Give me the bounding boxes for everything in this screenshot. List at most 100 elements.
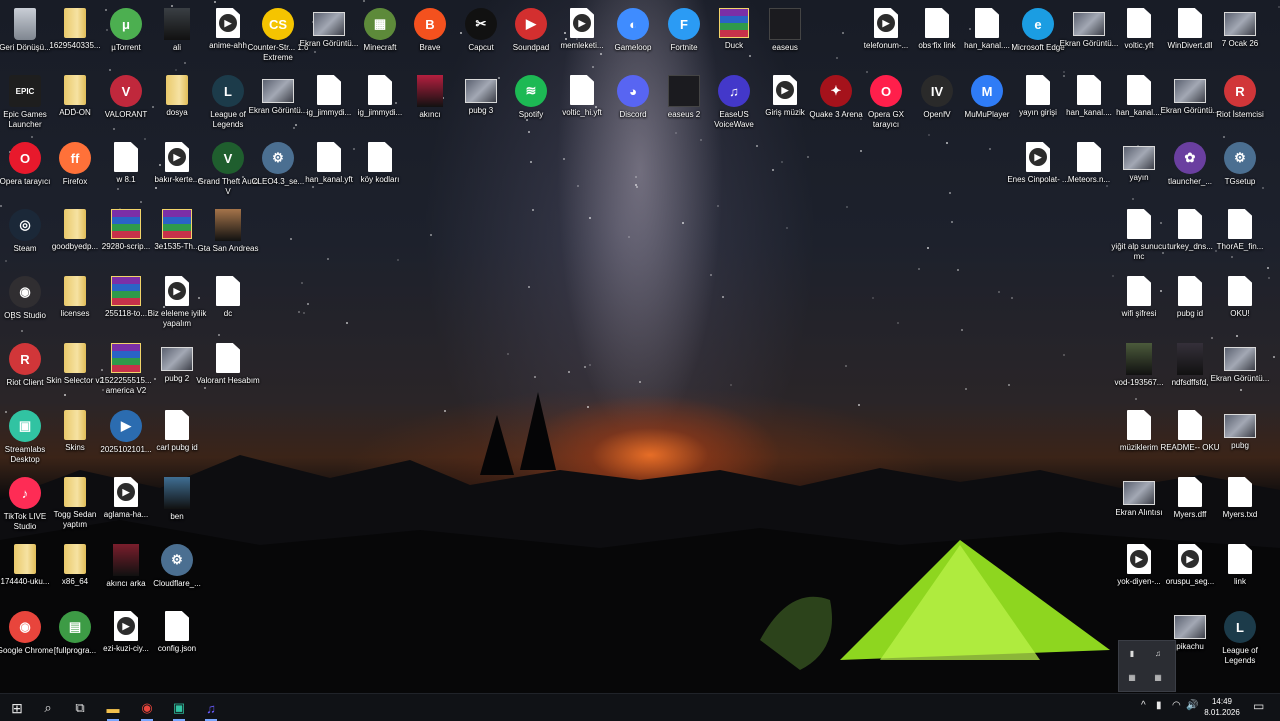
desktop-icon-pubg-2[interactable]: pubg 2 xyxy=(153,343,201,384)
desktop-icon-add-on[interactable]: ADD-ON xyxy=(51,75,99,118)
desktop-icon-turkey-dns[interactable]: turkey_dns... xyxy=(1166,209,1214,252)
task-view-icon[interactable]: ⧉ xyxy=(69,697,91,719)
desktop-icon-ekran-al-nt-s[interactable]: Ekran Alıntısı xyxy=(1115,477,1163,518)
desktop-icon-anime-ahh[interactable]: anime-ahh xyxy=(204,8,252,51)
search-icon[interactable]: ⌕ xyxy=(37,697,59,719)
desktop-icon-biz-eleleme-iyilik-yapal-m[interactable]: Biz eleleme iyilik yapalım xyxy=(148,276,206,329)
desktop-icon-togg-sedan-yapt-m[interactable]: Togg Sedan yaptım xyxy=(51,477,99,530)
desktop-icon-174440-uku[interactable]: 174440-uku... xyxy=(1,544,49,587)
desktop-icon-thorae-fin[interactable]: ThorAE_fin... xyxy=(1216,209,1264,252)
desktop-icon-ben[interactable]: ben xyxy=(153,477,201,522)
desktop-icon-han-kanal[interactable]: han_kanal.... xyxy=(1115,75,1163,118)
desktop-icon-opera-gx-taray-c[interactable]: O Opera GX tarayıcı xyxy=(862,75,910,130)
desktop-icon-league-of-legends[interactable]: L League of Legends xyxy=(1216,611,1264,666)
desktop-icon-ekran-goruntu[interactable]: Ekran Görüntü... xyxy=(249,75,307,116)
windows-start-icon[interactable]: ⊞ xyxy=(6,697,28,719)
desktop-icon-1522255515-america-v2[interactable]: 1522255515... america V2 xyxy=(100,343,152,396)
desktop-icon-valorant[interactable]: V VALORANT xyxy=(102,75,150,120)
desktop-icon-telefonum[interactable]: telefonum-... xyxy=(862,8,910,51)
desktop-icon-voltic-yft[interactable]: voltic.yft xyxy=(1115,8,1163,51)
desktop-icon-fortnite[interactable]: F Fortnite xyxy=(660,8,708,53)
desktop-icon-muziklerim[interactable]: müziklerim xyxy=(1115,410,1163,453)
desktop-icon-easeus-2[interactable]: easeus 2 xyxy=(660,75,708,120)
desktop-icon-capcut[interactable]: ✂ Capcut xyxy=(457,8,505,53)
desktop-icon-ali[interactable]: ali xyxy=(153,8,201,53)
desktop-icon-koy-kodlar[interactable]: köy kodları xyxy=(356,142,404,185)
desktop-icon-brave[interactable]: B Brave xyxy=(406,8,454,53)
taskbar-easeus-voicewave-icon[interactable]: ♫ xyxy=(200,697,222,721)
tray-overflow-voicewave-icon[interactable]: ♫ xyxy=(1151,647,1165,661)
desktop-icon-ekran-goruntu[interactable]: Ekran Görüntü... xyxy=(1211,343,1269,384)
desktop-icon-tgsetup[interactable]: ⚙ TGsetup xyxy=(1216,142,1264,187)
desktop-icon-easeus[interactable]: easeus xyxy=(761,8,809,53)
desktop-icon-voltic-hi-yft[interactable]: voltic_hi.yft xyxy=(558,75,606,118)
desktop-icon-carl-pubg-id[interactable]: carl pubg id xyxy=(153,410,201,453)
desktop-icon-epic-games-launcher[interactable]: EPIC Epic Games Launcher xyxy=(1,75,49,130)
desktop-icon-ekran-goruntu[interactable]: Ekran Görüntü... xyxy=(1161,75,1219,116)
desktop-icon-enes-cinpolat[interactable]: Enes Cinpolat- ... xyxy=(1007,142,1069,185)
desktop-icon-firefox[interactable]: ff Firefox xyxy=(51,142,99,187)
desktop-icon-oku[interactable]: OKU! xyxy=(1216,276,1264,319)
taskbar-file-explorer-icon[interactable]: ▬ xyxy=(102,697,124,721)
desktop-icon-ekran-goruntu[interactable]: Ekran Görüntü... xyxy=(300,8,358,49)
desktop-icon-giris-muzik[interactable]: Giriş müzik xyxy=(761,75,809,118)
desktop-icon-memleketi[interactable]: memleketi... xyxy=(558,8,606,51)
desktop-icon-pubg-3[interactable]: pubg 3 xyxy=(457,75,505,116)
desktop-icon-dc[interactable]: dc xyxy=(204,276,252,319)
desktop-icon-config-json[interactable]: config.json xyxy=(153,611,201,654)
desktop[interactable]: Geri Dönüşü...1629540335...μµTorrentalia… xyxy=(0,0,1280,693)
desktop-icon-2025102101[interactable]: ▶ 2025102101... xyxy=(100,410,152,455)
desktop-icon-bak-r-kerte[interactable]: bakır-kerte... xyxy=(153,142,201,185)
desktop-icon-tiktok-live-studio[interactable]: ♪ TikTok LIVE Studio xyxy=(1,477,49,532)
tray-overflow-grid2-icon[interactable]: ▦ xyxy=(1151,671,1165,685)
desktop-icon-3e1535-th[interactable]: 3e1535-Th... xyxy=(153,209,201,252)
desktop-icon-meteors-n[interactable]: Meteors.n... xyxy=(1065,142,1113,185)
desktop-icon-gameloop[interactable]: ◐ Gameloop xyxy=(609,8,657,53)
desktop-icon-link[interactable]: link xyxy=(1216,544,1264,587)
desktop-icon-1629540335[interactable]: 1629540335... xyxy=(49,8,101,51)
desktop-icon-pubg-id[interactable]: pubg id xyxy=(1166,276,1214,319)
desktop-icon-yok-diyen[interactable]: yok-diyen-... xyxy=(1115,544,1163,587)
battery-icon[interactable]: ▮ xyxy=(1156,700,1162,711)
desktop-icon-grand-theft-auto-v[interactable]: V Grand Theft Auto V xyxy=(198,142,258,197)
desktop-icon-vod-193567[interactable]: vod-193567... xyxy=(1115,343,1163,388)
desktop-icon-dosya[interactable]: dosya xyxy=(153,75,201,118)
desktop-icon-han-kanal[interactable]: han_kanal.... xyxy=(963,8,1011,51)
desktop-icon-counter-str-1-6-extreme[interactable]: CS Counter-Str... 1.6 Extreme xyxy=(248,8,308,63)
desktop-icon-han-kanal[interactable]: han_kanal.... xyxy=(1065,75,1113,118)
desktop-icon-x86-64[interactable]: x86_64 xyxy=(51,544,99,587)
desktop-icon-fullprogra[interactable]: ▤ [fullprogra... xyxy=(51,611,99,656)
desktop-icon-tlauncher[interactable]: ✿ tlauncher_... xyxy=(1166,142,1214,187)
desktop-icon-torrent[interactable]: μ µTorrent xyxy=(102,8,150,53)
taskbar-google-chrome-icon[interactable]: ◉ xyxy=(136,697,158,721)
desktop-icon-ezi-kuzi-ciy[interactable]: ezi-kuzi-ciy... xyxy=(102,611,150,654)
tray-overflow-chevron-icon[interactable]: ^ xyxy=(1141,700,1146,711)
desktop-icon-wifi-sifresi[interactable]: wifi şifresi xyxy=(1115,276,1163,319)
desktop-icon-licenses[interactable]: licenses xyxy=(51,276,99,319)
desktop-icon-7-ocak-26[interactable]: 7 Ocak 26 xyxy=(1216,8,1264,49)
desktop-icon-skin-selector-v2[interactable]: Skin Selector v2 xyxy=(46,343,104,386)
tray-overflow-app-icon[interactable]: ▮ xyxy=(1125,647,1139,661)
desktop-icon-easeus-voicewave[interactable]: ♫ EaseUS VoiceWave xyxy=(710,75,758,130)
desktop-icon-spotify[interactable]: ≋ Spotify xyxy=(507,75,555,120)
desktop-icon-gta-san-andreas[interactable]: Gta San Andreas xyxy=(198,209,258,254)
desktop-icon-ak-nc-arka[interactable]: akıncı arka xyxy=(102,544,150,589)
desktop-icon-goodbyedp[interactable]: goodbyedp... xyxy=(51,209,99,252)
desktop-icon-quake-3-arena[interactable]: ✦ Quake 3 Arena xyxy=(809,75,863,120)
desktop-icon-cleo4-3-se[interactable]: ⚙ CLEO4.3_se... xyxy=(252,142,304,187)
desktop-icon-obs-fix-link[interactable]: obs fix link xyxy=(913,8,961,51)
desktop-icon-ndfsdffsfd[interactable]: ndfsdffsfd, xyxy=(1166,343,1214,388)
desktop-icon-geri-donusu[interactable]: Geri Dönüşü... xyxy=(0,8,51,53)
desktop-icon-obs-studio[interactable]: ◉ OBS Studio xyxy=(1,276,49,321)
desktop-icon-riot-istemcisi[interactable]: R Riot İstemcisi xyxy=(1216,75,1264,120)
desktop-icon-ak-nc[interactable]: akıncı xyxy=(406,75,454,120)
desktop-icon-minecraft[interactable]: ▦ Minecraft xyxy=(356,8,404,53)
desktop-icon-soundpad[interactable]: ▶ Soundpad xyxy=(507,8,555,53)
desktop-icon-discord[interactable]: ◕ Discord xyxy=(609,75,657,120)
desktop-icon-29280-scrip[interactable]: 29280-scrip... xyxy=(102,209,150,252)
desktop-icon-yay-n-girisi[interactable]: yayın girişi xyxy=(1014,75,1062,118)
desktop-icon-myers-txd[interactable]: Myers.txd xyxy=(1216,477,1264,520)
desktop-icon-oruspu-seg[interactable]: oruspu_seg... xyxy=(1166,544,1214,587)
desktop-icon-pubg[interactable]: pubg xyxy=(1216,410,1264,451)
desktop-icon-ig-jimmydi[interactable]: ig_jimmydi... xyxy=(305,75,353,118)
